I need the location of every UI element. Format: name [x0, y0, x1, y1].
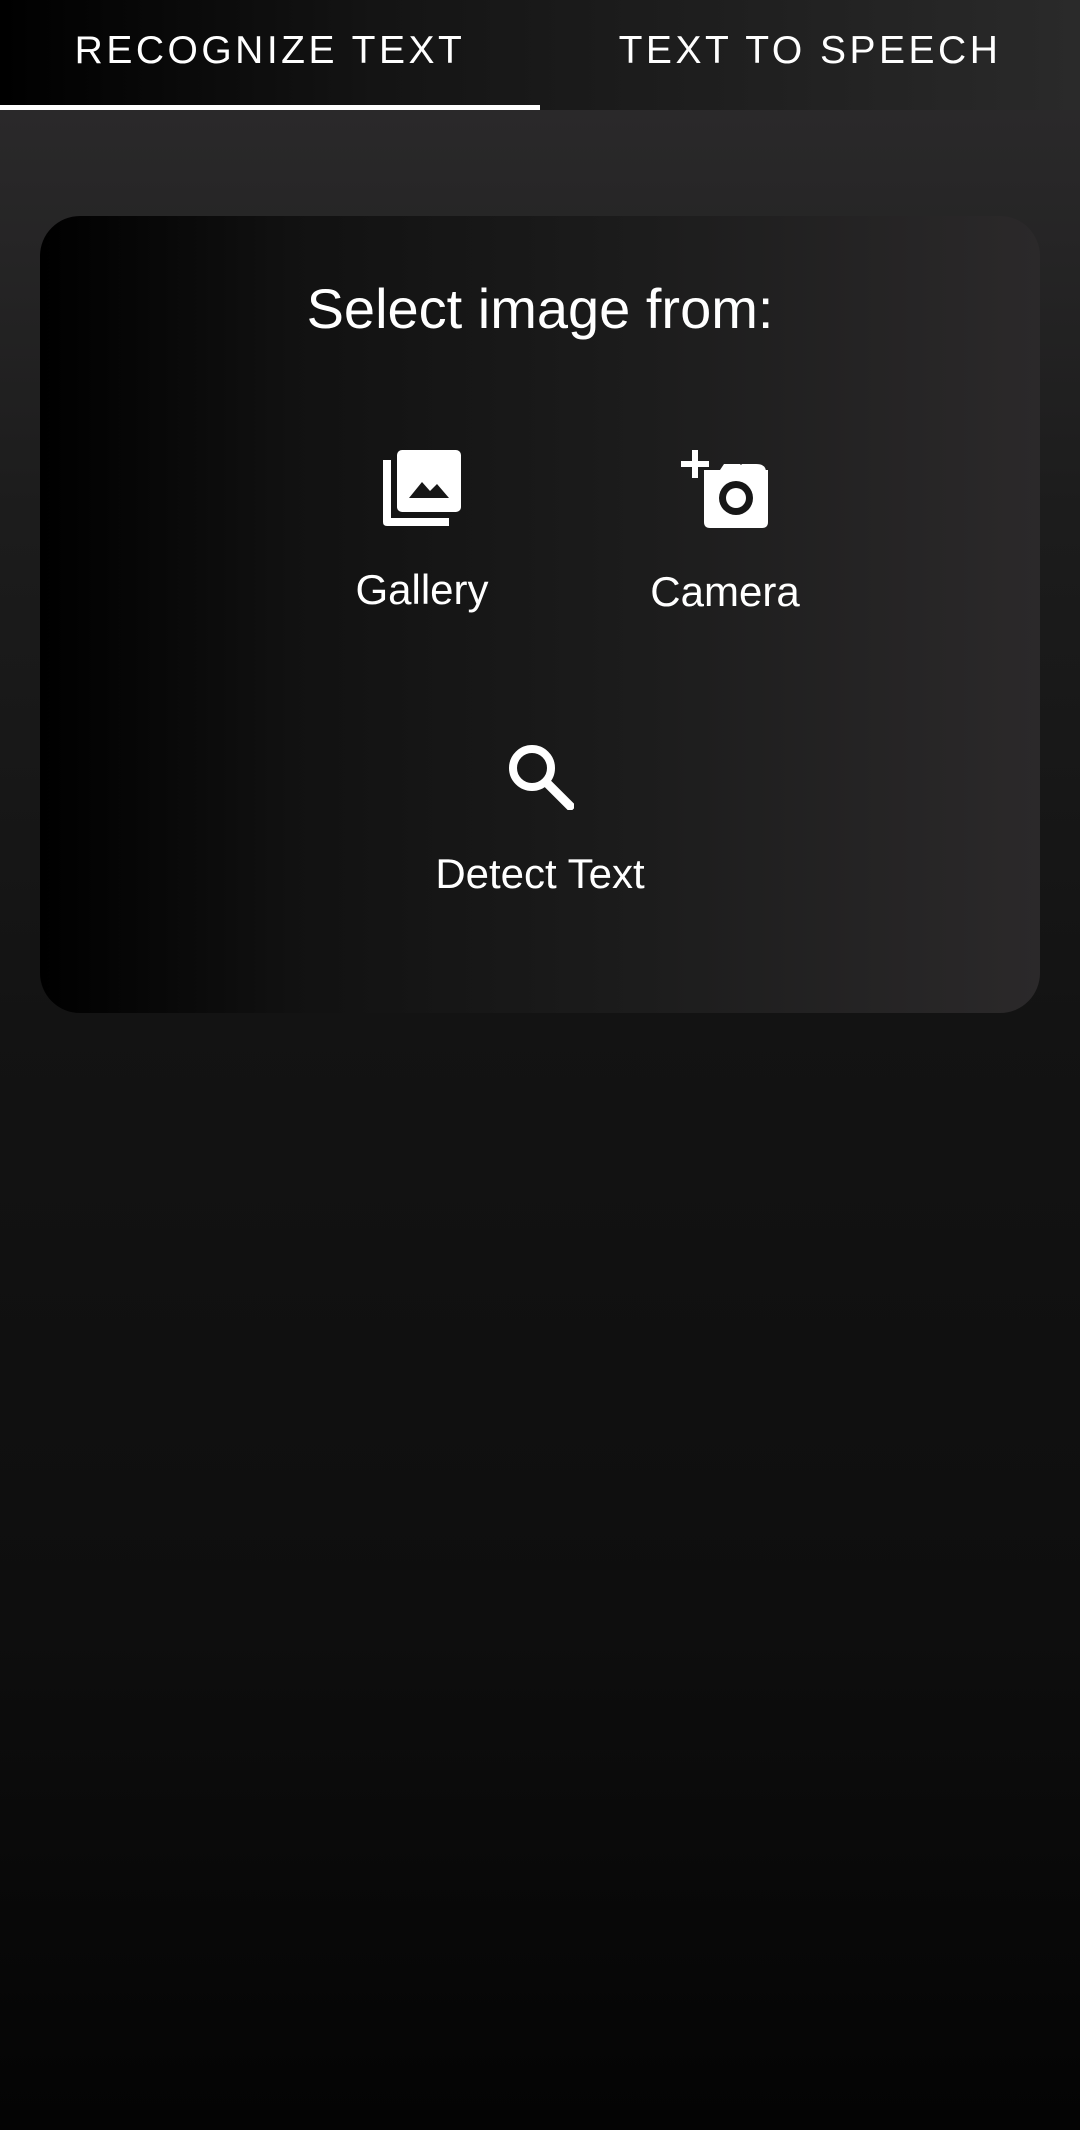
gallery-label: Gallery: [355, 566, 489, 613]
camera-label: Camera: [650, 568, 800, 615]
camera-button[interactable]: Camera: [600, 450, 850, 616]
detect-text-button[interactable]: Detect Text: [410, 742, 670, 898]
search-icon: [509, 745, 574, 810]
tab-label: TEXT TO SPEECH: [618, 29, 1002, 72]
tab-bar: RECOGNIZE TEXT TEXT TO SPEECH: [0, 0, 1080, 110]
photo-library-icon: [383, 450, 461, 526]
detect-text-label: Detect Text: [435, 850, 645, 897]
tab-selected-indicator: [0, 105, 540, 110]
tab-label: RECOGNIZE TEXT: [74, 29, 466, 72]
gallery-button[interactable]: Gallery: [322, 450, 522, 614]
tab-text-to-speech[interactable]: TEXT TO SPEECH: [540, 0, 1080, 110]
select-image-card: Select image from: Gallery Camera Detect…: [40, 216, 1040, 1013]
add-a-photo-icon: [681, 450, 768, 528]
card-title: Select image from:: [306, 277, 774, 340]
tab-recognize-text[interactable]: RECOGNIZE TEXT: [0, 0, 540, 110]
